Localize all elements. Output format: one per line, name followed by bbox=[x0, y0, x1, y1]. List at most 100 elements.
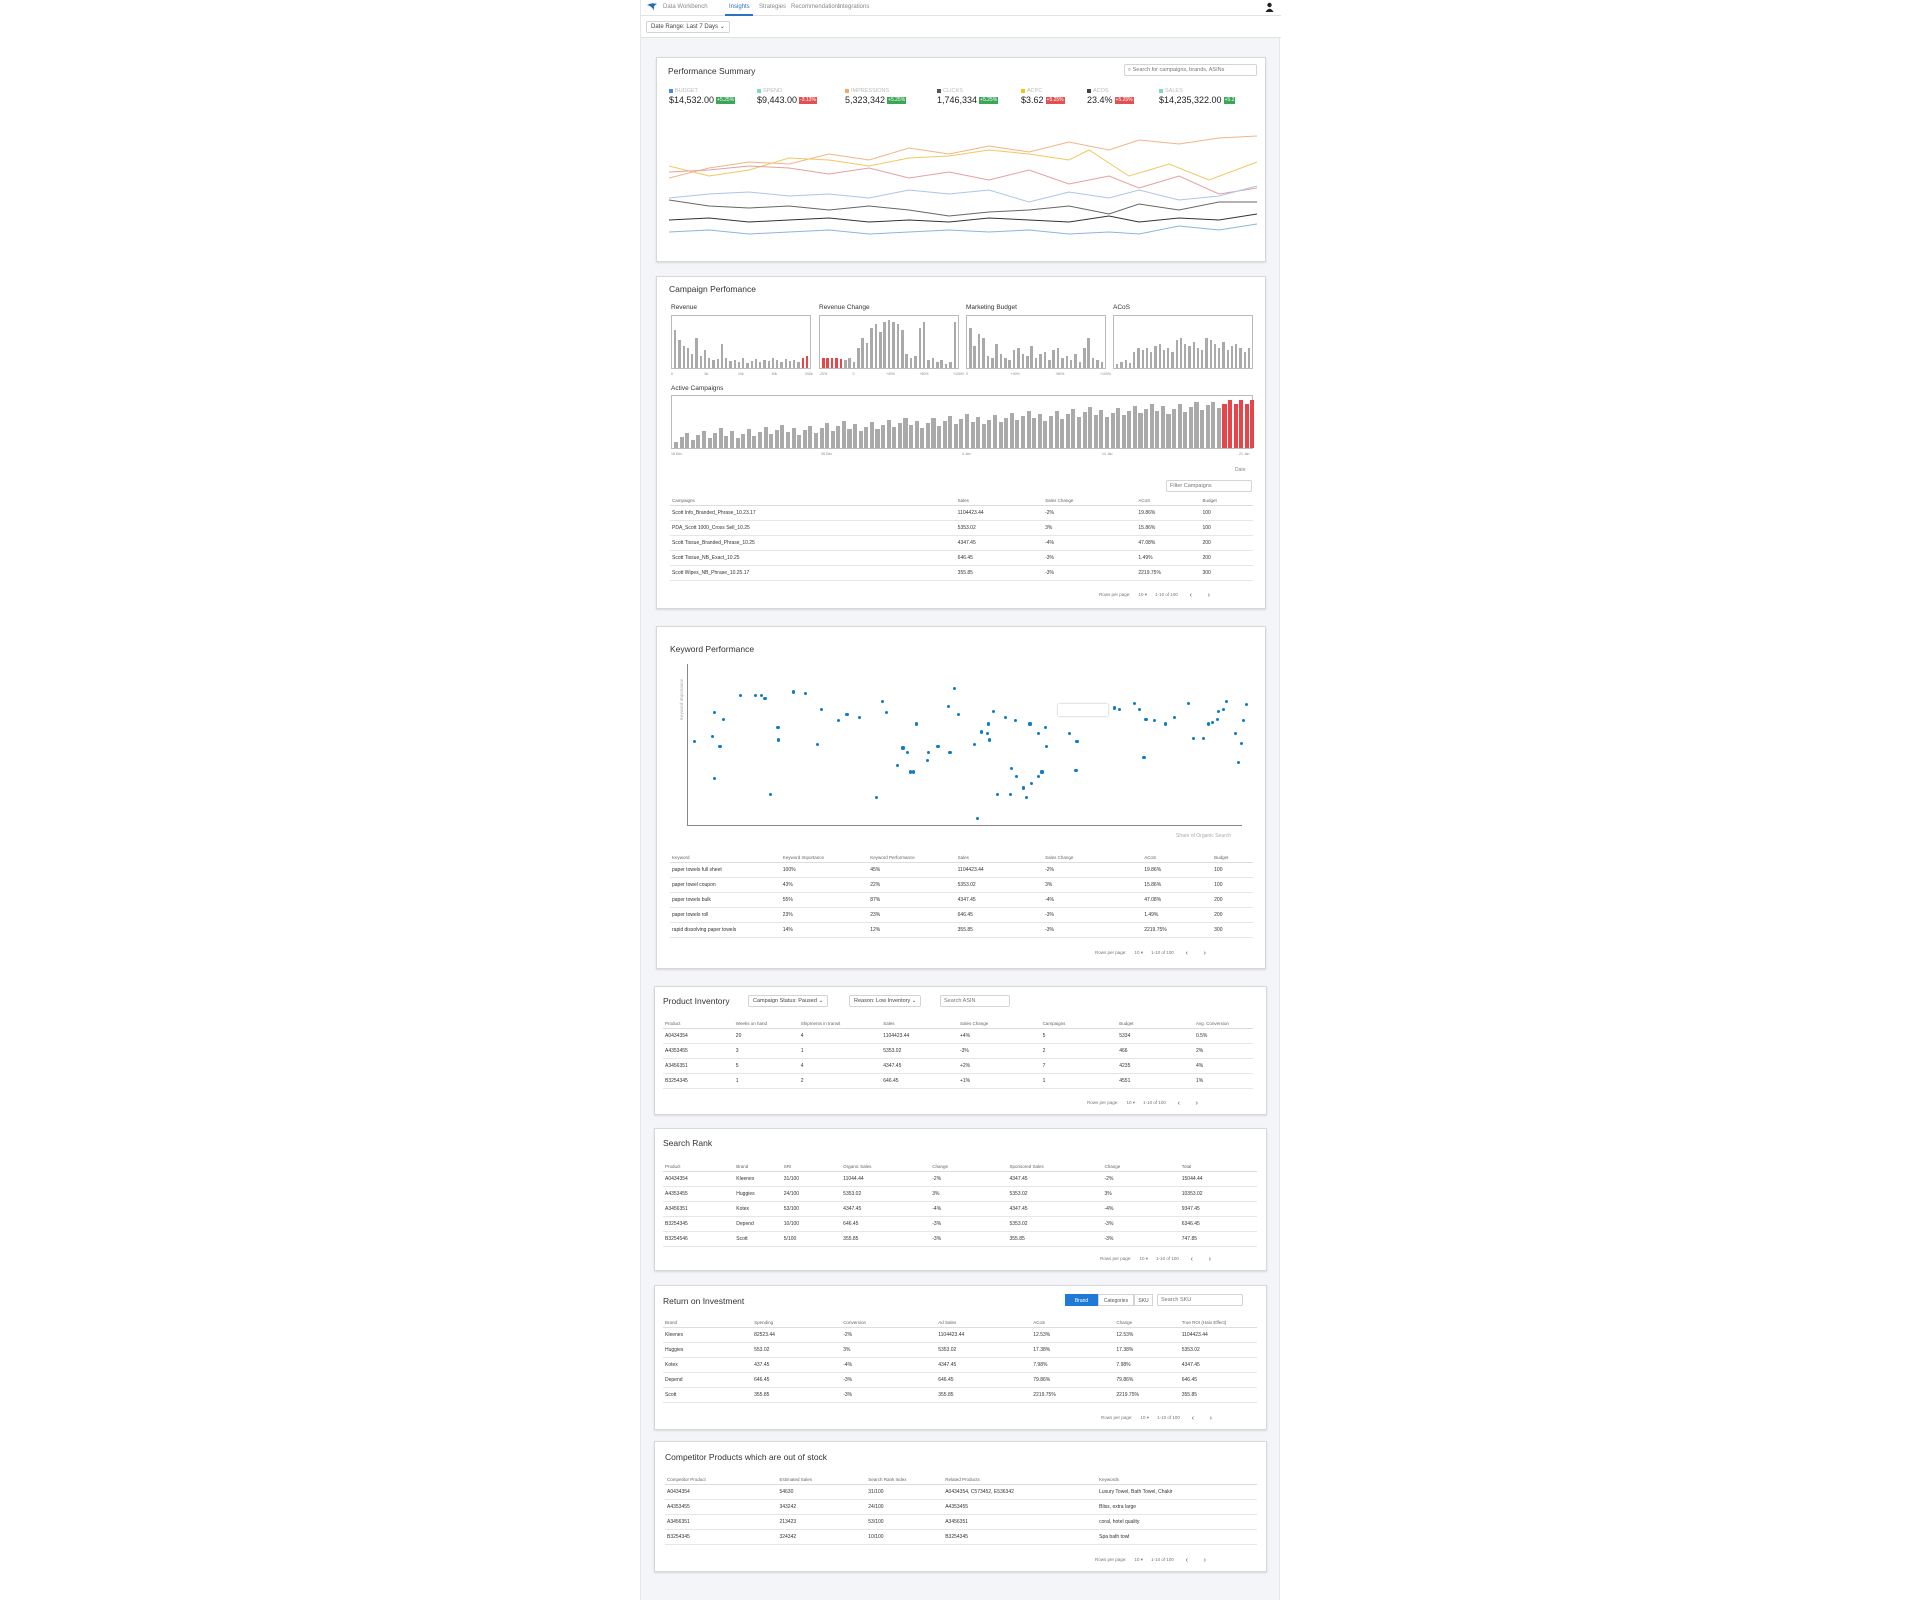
table-row[interactable]: B3254546 Scott 5/100 355.85 -3% 355.85 -3% 747.… bbox=[663, 1231, 1257, 1247]
column-header[interactable]: Sales Change bbox=[1043, 496, 1137, 506]
table-row[interactable]: A3456351 5 4 4347.45 +2% 7 4235 4% bbox=[663, 1058, 1253, 1074]
table-row[interactable]: Scott Wipes_NB_Phrase_10.25.17 355.85 -3% 2… bbox=[670, 565, 1253, 581]
chevron-left-icon[interactable]: ‹ bbox=[1170, 1100, 1188, 1107]
table-row[interactable]: A3456351 Kotex 53/100 4347.45 -4% 4347.45 -4% 9… bbox=[663, 1201, 1257, 1217]
scatter-point[interactable] bbox=[1040, 770, 1044, 774]
scatter-point[interactable] bbox=[987, 738, 992, 742]
column-header[interactable]: Keyword Importance bbox=[780, 853, 869, 863]
column-header[interactable]: Sales bbox=[881, 1019, 958, 1029]
chevron-right-icon[interactable]: › bbox=[1201, 1256, 1219, 1263]
tab-recommendations[interactable]: Recommendations bbox=[791, 4, 841, 10]
table-row[interactable]: Huggies 553.02 3% 5353.02 17.38% 17.38% 5353.0… bbox=[663, 1342, 1257, 1358]
scatter-point[interactable] bbox=[1244, 703, 1248, 707]
scatter-point[interactable] bbox=[791, 690, 796, 694]
scatter-point[interactable] bbox=[908, 770, 912, 774]
table-row[interactable]: A0434354 54630 31/100 A0434354, C573452, E5… bbox=[665, 1484, 1257, 1500]
scatter-point[interactable] bbox=[845, 712, 849, 716]
rows-per-page-select[interactable]: 10 bbox=[1139, 592, 1144, 597]
scatter-point[interactable] bbox=[722, 717, 726, 721]
table-row[interactable]: Scott Tissue_Branded_Phrase_10.25 4347.45… bbox=[670, 535, 1253, 551]
column-header[interactable]: Keywords bbox=[1097, 1475, 1257, 1485]
table-row[interactable]: Kleenex 82523.44 -2% 1104423.44 12.53% 12.53%… bbox=[663, 1327, 1257, 1343]
table-row[interactable]: Depend 646.45 -3% 646.45 79.86% 79.86% 646.45 bbox=[663, 1372, 1257, 1388]
column-header[interactable]: Budget bbox=[1117, 1019, 1194, 1029]
column-header[interactable]: Change bbox=[1102, 1162, 1180, 1172]
scatter-point[interactable] bbox=[996, 792, 1000, 796]
scatter-point[interactable] bbox=[1013, 719, 1017, 723]
scatter-point[interactable] bbox=[1036, 775, 1040, 779]
scatter-point[interactable] bbox=[946, 704, 950, 708]
column-header[interactable]: Budget bbox=[1200, 496, 1253, 506]
scatter-point[interactable] bbox=[712, 776, 717, 780]
table-row[interactable]: Scott 355.85 -3% 355.85 2219.75% 2219.75% 355.… bbox=[663, 1387, 1257, 1403]
scatter-point[interactable] bbox=[948, 751, 952, 755]
tab-strategies[interactable]: Strategies bbox=[759, 4, 786, 10]
scatter-point[interactable] bbox=[1024, 796, 1028, 800]
column-header[interactable]: Weeks on hand bbox=[733, 1019, 799, 1029]
column-header[interactable]: Product bbox=[663, 1019, 734, 1029]
column-header[interactable]: Sales Change bbox=[1043, 853, 1143, 863]
tab-data-workbench[interactable]: Data Workbench bbox=[663, 4, 708, 10]
scatter-point[interactable] bbox=[1137, 708, 1142, 712]
scatter-point[interactable] bbox=[837, 719, 841, 723]
scatter-point[interactable] bbox=[718, 744, 722, 748]
scatter-point[interactable] bbox=[1186, 701, 1190, 705]
table-row[interactable]: Scott Info_Branded_Phrase_10.23.17 110442… bbox=[670, 505, 1253, 521]
scatter-point[interactable] bbox=[819, 708, 823, 712]
scatter-point[interactable] bbox=[901, 746, 905, 750]
scatter-point[interactable] bbox=[895, 764, 900, 768]
metric-budget[interactable]: BUDGET $14,532.00 +5.25% bbox=[669, 88, 736, 105]
column-header[interactable]: Sponsored Sales bbox=[1007, 1162, 1103, 1172]
scatter-point[interactable] bbox=[884, 711, 889, 715]
scatter-point[interactable] bbox=[1067, 732, 1072, 736]
column-header[interactable]: Product bbox=[663, 1162, 735, 1172]
column-header[interactable]: Sales bbox=[955, 853, 1044, 863]
scatter-point[interactable] bbox=[1036, 732, 1040, 736]
column-header[interactable]: Avg. Conversion bbox=[1193, 1019, 1253, 1029]
column-header[interactable]: Change bbox=[930, 1162, 1008, 1172]
scatter-point[interactable] bbox=[906, 751, 910, 755]
metric-acpc[interactable]: ACPC $3.62 +5.25% bbox=[1021, 88, 1065, 105]
chevron-left-icon[interactable]: ‹ bbox=[1182, 592, 1200, 599]
table-row[interactable]: PDA_Scott 1000_Cross Sell_10.25 5353.02 3%… bbox=[670, 520, 1253, 536]
metric-acos[interactable]: ACOS 23.4% +5.25% bbox=[1087, 88, 1134, 105]
scatter-point[interactable] bbox=[1206, 722, 1211, 726]
metric-impressions[interactable]: IMPRESSIONS 5,323,342 +5.25% bbox=[845, 88, 907, 105]
scatter-point[interactable] bbox=[952, 687, 957, 691]
search-sku-input[interactable]: Search SKU bbox=[1157, 1294, 1243, 1306]
scatter-point[interactable] bbox=[927, 751, 931, 755]
scatter-point[interactable] bbox=[1172, 716, 1177, 720]
scatter-point[interactable] bbox=[1152, 719, 1156, 723]
table-row[interactable]: Scott Tissue_NB_Exact_10.25 646.45 -3% 1.49… bbox=[670, 550, 1253, 566]
scatter-point[interactable] bbox=[1210, 720, 1214, 724]
chevron-right-icon[interactable]: › bbox=[1200, 592, 1218, 599]
table-row[interactable]: B3254345 324342 10/100 B3254345 Spa bath tow… bbox=[665, 1529, 1257, 1545]
column-header[interactable]: Brand bbox=[734, 1162, 782, 1172]
column-header[interactable]: Estimated Sales bbox=[777, 1475, 867, 1485]
scatter-point[interactable] bbox=[763, 696, 767, 700]
scatter-point[interactable] bbox=[692, 740, 696, 744]
column-header[interactable]: ACoS bbox=[1142, 853, 1213, 863]
column-header[interactable]: Shipments in transit bbox=[798, 1019, 882, 1029]
scatter-point[interactable] bbox=[1030, 781, 1034, 785]
chevron-right-icon[interactable]: › bbox=[1188, 1100, 1206, 1107]
scatter-point[interactable] bbox=[1216, 717, 1220, 721]
scatter-point[interactable] bbox=[1044, 725, 1048, 729]
chevron-left-icon[interactable]: ‹ bbox=[1178, 950, 1196, 957]
rows-per-page-select[interactable]: 10 bbox=[1135, 950, 1140, 955]
table-row[interactable]: A3456351 213423 53/100 A3456351 coral, hotel… bbox=[665, 1514, 1257, 1530]
scatter-point[interactable] bbox=[815, 743, 820, 747]
chevron-left-icon[interactable]: ‹ bbox=[1183, 1256, 1201, 1263]
column-header[interactable]: SRI bbox=[781, 1162, 842, 1172]
table-row[interactable]: A4353455 343242 24/100 A4353455 Bliss, extra… bbox=[665, 1499, 1257, 1515]
scatter-point[interactable] bbox=[1237, 760, 1241, 764]
column-header[interactable]: True ROI (Halo Effect) bbox=[1179, 1318, 1257, 1328]
column-header[interactable]: ACoS bbox=[1031, 1318, 1115, 1328]
scatter-point[interactable] bbox=[1142, 756, 1146, 760]
chevron-right-icon[interactable]: › bbox=[1196, 1557, 1214, 1564]
scatter-point[interactable] bbox=[1133, 701, 1137, 705]
user-icon[interactable] bbox=[1265, 2, 1274, 12]
campaign-status-dropdown[interactable]: Campaign Status: Paused ⌄ bbox=[748, 995, 829, 1007]
column-header[interactable]: Spending bbox=[752, 1318, 842, 1328]
metric-sales[interactable]: SALES $14,235,322.00 +5.2 bbox=[1159, 88, 1236, 105]
